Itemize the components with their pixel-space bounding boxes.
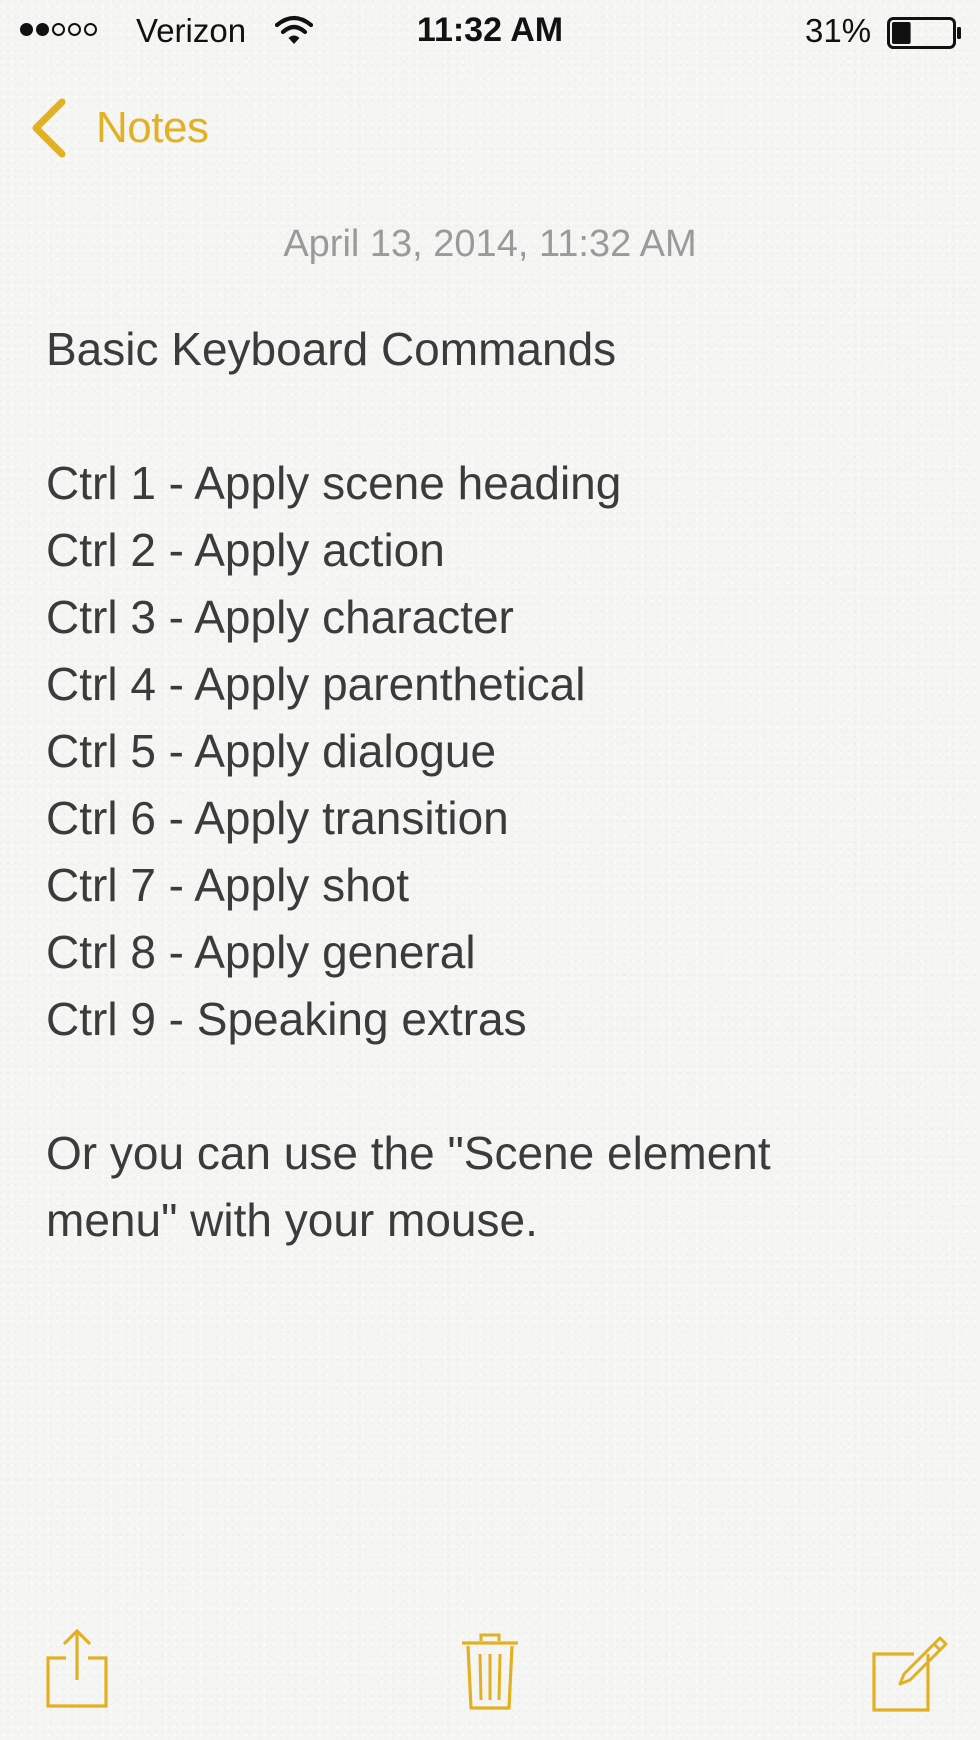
- command-line: Ctrl 6 - Apply transition: [46, 792, 509, 844]
- status-bar: Verizon 11:32 AM 31%: [0, 0, 980, 64]
- command-line: Ctrl 1 - Apply scene heading: [46, 457, 622, 509]
- battery-fill: [892, 22, 911, 44]
- note-title: Basic Keyboard Commands: [46, 323, 617, 375]
- command-line: Ctrl 5 - Apply dialogue: [46, 725, 497, 777]
- back-button-label: Notes: [96, 103, 209, 152]
- note-footer-line: menu" with your mouse.: [46, 1194, 538, 1246]
- note-blank-line: [46, 383, 946, 450]
- command-line: Ctrl 7 - Apply shot: [46, 859, 410, 911]
- chevron-left-icon: [32, 98, 66, 158]
- back-button[interactable]: Notes: [28, 96, 209, 160]
- command-line: Ctrl 9 - Speaking extras: [46, 993, 527, 1045]
- command-line: Ctrl 8 - Apply general: [46, 926, 476, 978]
- trash-button[interactable]: [460, 1632, 520, 1712]
- note-footer-line: Or you can use the "Scene element: [46, 1127, 771, 1179]
- note-body[interactable]: Basic Keyboard Commands Ctrl 1 - Apply s…: [46, 316, 946, 1254]
- command-line: Ctrl 3 - Apply character: [46, 591, 514, 643]
- share-icon: [46, 1628, 108, 1708]
- compose-icon: [872, 1636, 948, 1712]
- compose-button[interactable]: [870, 1634, 950, 1714]
- note-blank-line: [46, 1053, 946, 1120]
- trash-icon: [462, 1633, 518, 1710]
- note-date: April 13, 2014, 11:32 AM: [283, 223, 697, 265]
- battery-percent: 31%: [805, 12, 872, 49]
- command-line: Ctrl 4 - Apply parenthetical: [46, 658, 586, 710]
- command-list: Ctrl 1 - Apply scene heading Ctrl 2 - Ap…: [46, 450, 946, 1053]
- share-button[interactable]: [44, 1628, 110, 1710]
- battery-icon: [887, 17, 961, 49]
- command-line: Ctrl 2 - Apply action: [46, 524, 445, 576]
